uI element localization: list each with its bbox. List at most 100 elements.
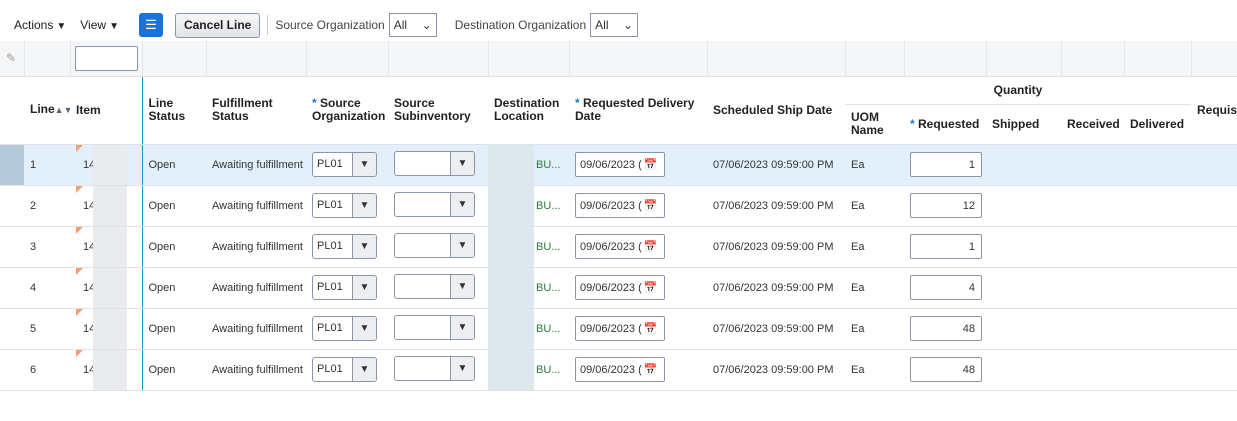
table-row[interactable]: 4 14 Open Awaiting fulfillment PL01 ▼ ▼ B… [0, 267, 1237, 309]
caret-down-icon: ▼ [352, 358, 376, 381]
destination-location[interactable]: BU... [488, 308, 569, 350]
query-filter-icon[interactable]: ☰ [138, 13, 163, 37]
item-filter-input[interactable] [74, 45, 138, 71]
caret-down-icon: ▼ [450, 316, 474, 339]
redacted-location [488, 226, 534, 266]
destination-location[interactable]: BU... [488, 144, 569, 186]
source-org-dropdown[interactable]: PL01 ▼ [312, 357, 377, 382]
requisition [1191, 308, 1237, 350]
item-cell: 14 [70, 185, 142, 227]
header-item[interactable]: Item [70, 76, 142, 145]
requisition [1191, 267, 1237, 309]
cancel-line-button[interactable]: Cancel Line [174, 12, 261, 38]
table-row[interactable]: 6 14 Open Awaiting fulfillment PL01 ▼ ▼ B… [0, 349, 1237, 391]
requested-quantity-input[interactable]: 4 [910, 275, 982, 300]
header-uom-name[interactable]: UOM Name [845, 104, 904, 145]
received-qty [1061, 185, 1124, 227]
caret-down-icon: ▼ [450, 357, 474, 380]
requested-quantity-input[interactable]: 1 [910, 234, 982, 259]
header-quantity: Quantity [845, 76, 1191, 105]
table-row[interactable]: 3 14 Open Awaiting fulfillment PL01 ▼ ▼ B… [0, 226, 1237, 268]
caret-down-icon: ▼ [450, 234, 474, 257]
shipped-qty [986, 308, 1061, 350]
header-scheduled-ship-date[interactable]: Scheduled Ship Date [707, 76, 845, 145]
sort-icon[interactable]: ▲▼ [55, 105, 70, 115]
shipped-qty [986, 267, 1061, 309]
source-subinventory-dropdown[interactable]: ▼ [394, 233, 475, 258]
received-qty [1061, 267, 1124, 309]
source-subinventory-dropdown[interactable]: ▼ [394, 356, 475, 381]
dest-org-value: All [595, 18, 609, 32]
caret-down-icon: ▼ [109, 21, 119, 32]
row-header[interactable] [0, 226, 24, 268]
requested-quantity-input[interactable]: 48 [910, 316, 982, 341]
flag-icon [76, 308, 83, 316]
row-header[interactable] [0, 144, 24, 186]
requested-delivery-date-input[interactable]: 09/06/2023 (📅 [575, 234, 665, 259]
destination-location[interactable]: BU... [488, 349, 569, 391]
header-requested[interactable]: * Requested [904, 104, 986, 145]
source-org-dropdown[interactable]: PL01 ▼ [312, 234, 377, 259]
redacted-location [488, 267, 534, 307]
source-subinventory-dropdown[interactable]: ▼ [394, 315, 475, 340]
requested-delivery-date-input[interactable]: 09/06/2023 (📅 [575, 152, 665, 177]
header-requisition[interactable]: Requisi [1191, 76, 1237, 145]
requested-delivery-date-input[interactable]: 09/06/2023 (📅 [575, 193, 665, 218]
header-received[interactable]: Received [1061, 104, 1124, 145]
source-subinventory-dropdown[interactable]: ▼ [394, 192, 475, 217]
source-org-value: All [393, 18, 408, 32]
requisition [1191, 349, 1237, 391]
source-org-dropdown[interactable]: PL01 ▼ [312, 275, 377, 300]
requested-delivery-date-input[interactable]: 09/06/2023 (📅 [575, 275, 665, 300]
header-source-subinventory[interactable]: Source Subinventory [388, 76, 488, 145]
header-source-org[interactable]: * Source Organization [306, 76, 388, 145]
uom-name: Ea [845, 349, 904, 391]
item-cell: 14 [70, 349, 142, 391]
delivered-qty [1124, 267, 1191, 309]
header-requested-delivery-date[interactable]: * Requested Delivery Date [569, 76, 707, 145]
header-destination-location[interactable]: Destination Location [488, 76, 569, 145]
received-qty [1061, 308, 1124, 350]
requested-quantity-input[interactable]: 12 [910, 193, 982, 218]
header-line[interactable]: Line▲▼ [24, 76, 70, 145]
edit-icon[interactable]: ✎ [0, 41, 25, 77]
source-org-dropdown[interactable]: PL01 ▼ [312, 193, 377, 218]
flag-icon [76, 349, 83, 357]
requested-delivery-date-input[interactable]: 09/06/2023 (📅 [575, 316, 665, 341]
source-subinventory-dropdown[interactable]: ▼ [394, 274, 475, 299]
line-number: 5 [24, 308, 70, 350]
requisition [1191, 185, 1237, 227]
destination-location[interactable]: BU... [488, 185, 569, 227]
requested-delivery-date-input[interactable]: 09/06/2023 (📅 [575, 357, 665, 382]
source-org-select[interactable]: All ⌄ [388, 13, 437, 37]
header-fulfillment-status[interactable]: Fulfillment Status [206, 76, 306, 145]
header-shipped[interactable]: Shipped [986, 104, 1061, 145]
actions-menu[interactable]: Actions ▼ [14, 18, 66, 32]
redacted-item [93, 226, 128, 266]
table-row[interactable]: 1 14 Open Awaiting fulfillment PL01 ▼ ▼ B… [0, 144, 1237, 186]
row-header[interactable] [0, 185, 24, 227]
line-status: Open [141, 144, 206, 186]
destination-location[interactable]: BU... [488, 267, 569, 309]
view-label: View [80, 18, 107, 32]
requested-quantity-input[interactable]: 48 [910, 357, 982, 382]
destination-location[interactable]: BU... [488, 226, 569, 268]
header-line-status[interactable]: Line Status [141, 76, 206, 145]
row-header[interactable] [0, 308, 24, 350]
view-menu[interactable]: View ▼ [80, 18, 119, 32]
table-row[interactable]: 5 14 Open Awaiting fulfillment PL01 ▼ ▼ B… [0, 308, 1237, 350]
caret-down-icon: ▼ [56, 21, 67, 32]
header-delivered[interactable]: Delivered [1124, 104, 1191, 145]
source-subinventory-dropdown[interactable]: ▼ [394, 151, 475, 176]
source-org-dropdown[interactable]: PL01 ▼ [312, 316, 377, 341]
requested-quantity-input[interactable]: 1 [910, 152, 982, 177]
row-header[interactable] [0, 267, 24, 309]
received-qty [1061, 349, 1124, 391]
row-header[interactable] [0, 349, 24, 391]
flag-icon [76, 144, 83, 152]
fulfillment-status: Awaiting fulfillment [206, 185, 306, 227]
table-row[interactable]: 2 14 Open Awaiting fulfillment PL01 ▼ ▼ B… [0, 185, 1237, 227]
caret-down-icon: ▼ [352, 235, 376, 258]
dest-org-select[interactable]: All ⌄ [590, 13, 639, 37]
source-org-dropdown[interactable]: PL01 ▼ [312, 152, 377, 177]
